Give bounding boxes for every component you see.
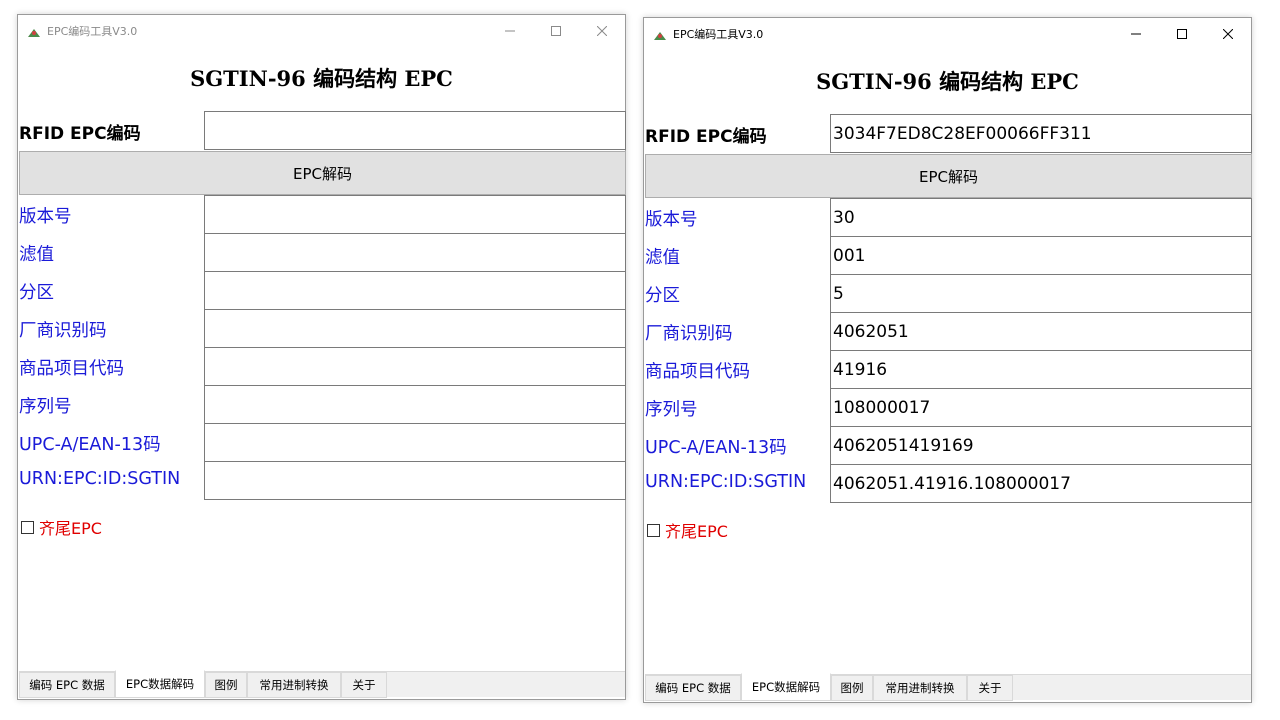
tab-encode-epc[interactable]: 编码 EPC 数据 xyxy=(19,672,115,698)
version-label: 版本号 xyxy=(645,210,698,230)
item-reference-label: 商品项目代码 xyxy=(645,362,750,382)
tab-base-conversion[interactable]: 常用进制转换 xyxy=(873,675,967,701)
minimize-button[interactable] xyxy=(487,15,533,46)
partition-label: 分区 xyxy=(645,286,680,306)
upc-ean-label: UPC-A/EAN-13码 xyxy=(645,438,787,458)
serial-number-label: 序列号 xyxy=(645,400,698,420)
partition-field[interactable] xyxy=(830,274,1252,313)
serial-number-label: 序列号 xyxy=(19,397,72,417)
tab-encode-epc[interactable]: 编码 EPC 数据 xyxy=(645,675,741,701)
partition-field[interactable] xyxy=(204,271,626,310)
rfid-epc-label: RFID EPC编码 xyxy=(19,124,141,144)
urn-label: URN:EPC:ID:SGTIN xyxy=(19,469,181,489)
rfid-epc-input[interactable] xyxy=(204,111,626,150)
align-tail-epc-checkbox[interactable]: 齐尾EPC xyxy=(647,518,728,542)
epc-decode-button[interactable]: EPC解码 xyxy=(645,154,1252,198)
close-button[interactable] xyxy=(579,15,625,46)
maximize-icon xyxy=(551,21,561,40)
align-tail-epc-label: 齐尾EPC xyxy=(39,519,102,538)
checkbox-box[interactable] xyxy=(647,523,660,537)
epc-tool-window-left: EPC编码工具V3.0 SGTIN-96 编码结构 EPC RFID EPC编码… xyxy=(17,14,626,700)
title-bar[interactable]: EPC编码工具V3.0 xyxy=(644,18,1251,49)
upc-ean-field[interactable] xyxy=(830,426,1252,465)
close-button[interactable] xyxy=(1205,18,1251,49)
item-reference-label: 商品项目代码 xyxy=(19,359,124,379)
company-prefix-label: 厂商识别码 xyxy=(19,321,107,341)
version-field[interactable] xyxy=(830,198,1252,237)
upc-ean-label: UPC-A/EAN-13码 xyxy=(19,435,161,455)
filter-field[interactable] xyxy=(830,236,1252,275)
checkbox-box[interactable] xyxy=(21,520,34,534)
tab-base-conversion[interactable]: 常用进制转换 xyxy=(247,672,341,698)
serial-number-field[interactable] xyxy=(204,385,626,424)
title-bar[interactable]: EPC编码工具V3.0 xyxy=(18,15,625,46)
align-tail-epc-label: 齐尾EPC xyxy=(665,522,728,541)
tab-bar: 编码 EPC 数据 EPC数据解码 图例 常用进制转换 关于 xyxy=(19,670,625,698)
page-title: SGTIN-96 编码结构 EPC xyxy=(190,66,453,91)
epc-decode-button[interactable]: EPC解码 xyxy=(19,151,626,195)
company-prefix-label: 厂商识别码 xyxy=(645,324,733,344)
upc-ean-field[interactable] xyxy=(204,423,626,462)
maximize-button[interactable] xyxy=(1159,18,1205,49)
maximize-button[interactable] xyxy=(533,15,579,46)
version-label: 版本号 xyxy=(19,207,72,227)
tab-about[interactable]: 关于 xyxy=(967,675,1013,701)
partition-label: 分区 xyxy=(19,283,54,303)
item-reference-field[interactable] xyxy=(830,350,1252,389)
epc-tool-window-right: EPC编码工具V3.0 SGTIN-96 编码结构 EPC RFID EPC编码… xyxy=(643,17,1252,703)
serial-number-field[interactable] xyxy=(830,388,1252,427)
filter-field[interactable] xyxy=(204,233,626,272)
tab-bar: 编码 EPC 数据 EPC数据解码 图例 常用进制转换 关于 xyxy=(645,673,1251,701)
align-tail-epc-checkbox[interactable]: 齐尾EPC xyxy=(21,515,102,539)
window-title: EPC编码工具V3.0 xyxy=(673,28,764,41)
urn-field[interactable] xyxy=(830,464,1252,503)
maximize-icon xyxy=(1177,24,1187,43)
window-title: EPC编码工具V3.0 xyxy=(47,25,138,38)
filter-label: 滤值 xyxy=(19,245,54,265)
tab-legend[interactable]: 图例 xyxy=(831,675,873,701)
version-field[interactable] xyxy=(204,195,626,234)
company-prefix-field[interactable] xyxy=(830,312,1252,351)
rfid-epc-label: RFID EPC编码 xyxy=(645,127,767,147)
urn-field[interactable] xyxy=(204,461,626,500)
minimize-icon xyxy=(1131,24,1141,43)
tab-about[interactable]: 关于 xyxy=(341,672,387,698)
close-icon xyxy=(596,21,608,40)
company-prefix-field[interactable] xyxy=(204,309,626,348)
minimize-button[interactable] xyxy=(1113,18,1159,49)
app-logo-icon xyxy=(27,24,41,37)
tab-epc-decode[interactable]: EPC数据解码 xyxy=(741,673,831,701)
app-logo-icon xyxy=(653,27,667,40)
minimize-icon xyxy=(505,21,515,40)
rfid-epc-input[interactable] xyxy=(830,114,1252,153)
urn-label: URN:EPC:ID:SGTIN xyxy=(645,472,807,492)
close-icon xyxy=(1222,24,1234,43)
page-title: SGTIN-96 编码结构 EPC xyxy=(816,69,1079,94)
tab-epc-decode[interactable]: EPC数据解码 xyxy=(115,670,205,698)
filter-label: 滤值 xyxy=(645,248,680,268)
item-reference-field[interactable] xyxy=(204,347,626,386)
tab-legend[interactable]: 图例 xyxy=(205,672,247,698)
